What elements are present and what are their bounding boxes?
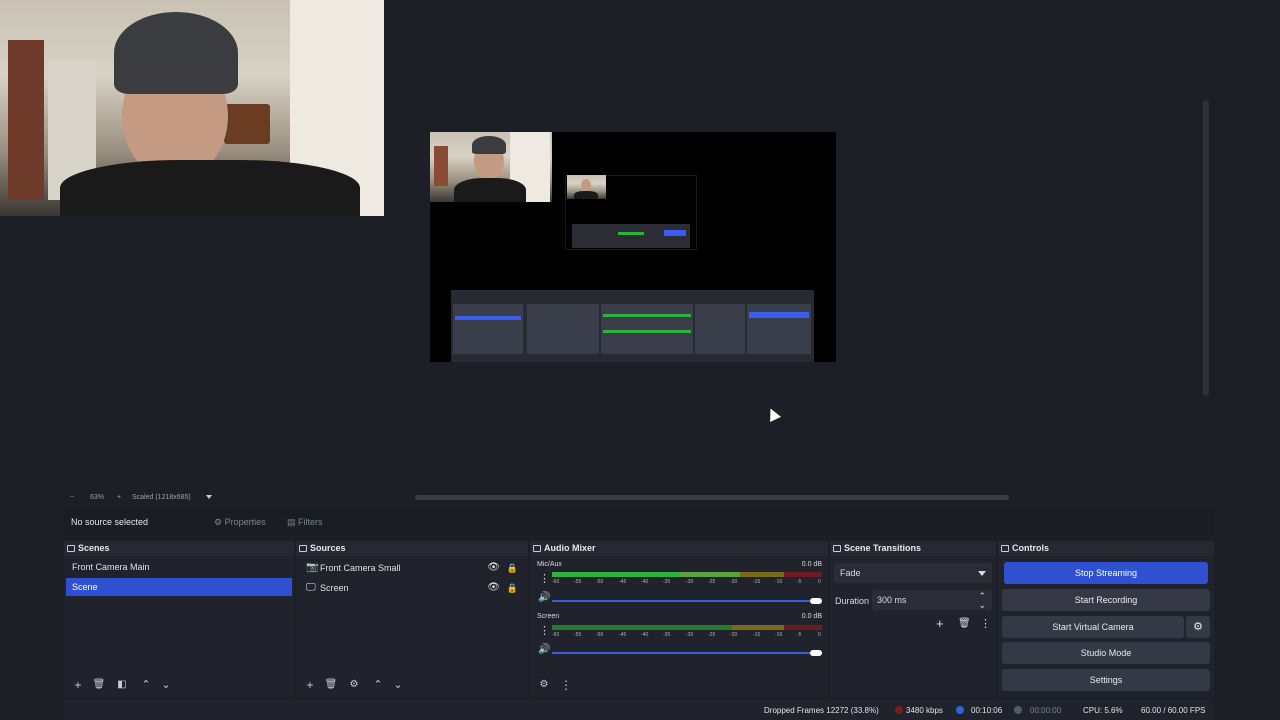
scene-transitions-dock: Scene Transitions Fade Duration 300 ms ⌃…: [830, 541, 996, 697]
speaker-icon[interactable]: 🔊: [538, 644, 550, 655]
audio-mixer-title: Audio Mixer: [530, 541, 828, 556]
dropped-frames: Dropped Frames 12272 (33.8%): [764, 706, 879, 715]
move-down-icon[interactable]: ⌄: [390, 677, 406, 693]
speaker-icon[interactable]: 🔊: [538, 592, 550, 603]
source-properties-icon[interactable]: ⚙: [346, 677, 362, 693]
scene-item-scene[interactable]: Scene: [66, 578, 292, 596]
scenes-title: Scenes: [64, 541, 294, 556]
add-scene-icon[interactable]: +: [70, 677, 86, 693]
lock-icon[interactable]: 🔒: [507, 579, 518, 597]
start-recording-button[interactable]: Start Recording: [1002, 589, 1210, 611]
nested-camera-thumb: [567, 175, 606, 199]
advanced-audio-icon[interactable]: ⚙: [536, 677, 552, 693]
nested-screen-thumb: [572, 224, 690, 248]
camera-icon: 📷: [306, 562, 319, 573]
preview-horizontal-scrollbar[interactable]: [415, 495, 1009, 500]
move-up-icon[interactable]: ⌃: [138, 677, 154, 693]
filters-button[interactable]: ▤ Filters: [287, 514, 323, 530]
move-down-icon[interactable]: ⌄: [158, 677, 174, 693]
screen-audio-label: Screen: [537, 613, 560, 620]
dock-icon: [833, 545, 841, 552]
monitor-icon: 🖵: [306, 582, 316, 593]
mic-aux-meter-mid: [680, 572, 740, 577]
screen-volume-slider[interactable]: [552, 652, 818, 654]
fps: 60.00 / 60.00 FPS: [1141, 706, 1206, 715]
scale-dropdown-icon[interactable]: [206, 495, 212, 499]
bitrate-indicator-icon: [895, 706, 903, 714]
duration-label: Duration: [835, 596, 870, 606]
scene-transitions-title: Scene Transitions: [830, 541, 996, 556]
zoom-in-button[interactable]: +: [117, 494, 121, 501]
remove-source-icon[interactable]: 🗑: [323, 677, 339, 693]
scenes-dock: Scenes Front Camera Main Scene + 🗑 ◧ ⌃ ⌄: [64, 541, 294, 697]
sources-title: Sources: [296, 541, 528, 556]
filter-icon: ▤: [287, 517, 299, 527]
stop-streaming-button[interactable]: Stop Streaming: [1004, 562, 1208, 584]
filter-scene-icon[interactable]: ◧: [114, 677, 130, 693]
remove-transition-icon[interactable]: 🗑: [958, 618, 971, 629]
zoom-level: 63%: [90, 494, 105, 501]
stepper-down-icon[interactable]: ⌄: [978, 595, 986, 615]
mic-aux-db: 0.0 dB: [801, 561, 822, 568]
stream-status-icon: [956, 706, 964, 714]
studio-mode-button[interactable]: Studio Mode: [1002, 642, 1210, 664]
controls-dock: Controls Stop Streaming Start Recording …: [998, 541, 1214, 697]
mic-aux-label: Mic/Aux: [537, 561, 562, 568]
preview-vertical-scrollbar[interactable]: [1203, 100, 1209, 396]
virtual-camera-settings-icon[interactable]: ⚙: [1186, 616, 1210, 638]
scaled-label: Scaled (1218x685): [132, 494, 191, 501]
dock-icon: [67, 545, 75, 552]
cpu-usage: CPU: 5.6%: [1083, 706, 1123, 715]
dock-icon: [1001, 545, 1009, 552]
record-time: 00:00:00: [1030, 706, 1062, 715]
zoom-out-button[interactable]: −: [70, 494, 74, 501]
eye-icon[interactable]: 👁: [487, 579, 500, 597]
status-bar: Dropped Frames 12272 (33.8%) 3480 kbps 0…: [64, 700, 1214, 720]
screen-meter-yellow: [732, 625, 784, 630]
no-source-label: No source selected: [71, 517, 149, 527]
screen-volume-knob[interactable]: [810, 650, 822, 656]
webcam-overlay: [0, 0, 384, 216]
gear-icon: ⚙: [214, 517, 225, 527]
transition-select[interactable]: Fade: [834, 563, 992, 583]
source-item-front-camera-small[interactable]: 📷 Front Camera Small 👁 🔒: [298, 559, 526, 577]
duration-input[interactable]: 300 ms ⌃ ⌄: [872, 590, 992, 610]
start-virtual-camera-button[interactable]: Start Virtual Camera: [1002, 616, 1184, 638]
stream-time: 00:10:06: [971, 706, 1003, 715]
controls-title: Controls: [998, 541, 1214, 556]
screen-meter-red: [784, 625, 822, 630]
screen-audio-menu-icon[interactable]: ⋮: [539, 624, 550, 637]
transition-menu-icon[interactable]: ⋮: [980, 617, 991, 630]
mic-aux-meter-green: [552, 572, 680, 577]
screen-meter-green: [552, 625, 732, 630]
mic-aux-volume-slider[interactable]: [552, 600, 818, 602]
dock-icon: [299, 545, 307, 552]
properties-button[interactable]: ⚙ Properties: [214, 514, 266, 530]
dock-icon: [533, 545, 541, 552]
mic-aux-meter-red: [784, 572, 822, 577]
nested-camera-preview: [430, 132, 552, 202]
chevron-down-icon: [978, 571, 986, 576]
properties-bar: No source selected ⚙ Properties ▤ Filter…: [64, 508, 1214, 536]
nested-obs-capture: [451, 290, 814, 362]
mic-aux-menu-icon[interactable]: ⋮: [539, 572, 550, 585]
bitrate: 3480 kbps: [906, 706, 943, 715]
record-status-icon: [1014, 706, 1022, 714]
sources-dock: Sources 📷 Front Camera Small 👁 🔒 🖵 Scree…: [296, 541, 528, 697]
remove-scene-icon[interactable]: 🗑: [91, 677, 107, 693]
move-up-icon[interactable]: ⌃: [370, 677, 386, 693]
lock-icon[interactable]: 🔒: [507, 559, 518, 577]
mic-aux-meter-yellow: [740, 572, 784, 577]
source-item-screen[interactable]: 🖵 Screen 👁 🔒: [298, 579, 526, 597]
add-transition-icon[interactable]: +: [936, 616, 944, 631]
audio-menu-icon[interactable]: ⋮: [558, 677, 574, 693]
screen-audio-db: 0.0 dB: [801, 613, 822, 620]
mic-aux-volume-knob[interactable]: [810, 598, 822, 604]
eye-icon[interactable]: 👁: [487, 559, 500, 577]
settings-button[interactable]: Settings: [1002, 669, 1210, 691]
scene-item-front-camera-main[interactable]: Front Camera Main: [66, 558, 292, 576]
add-source-icon[interactable]: +: [302, 677, 318, 693]
audio-mixer-dock: Audio Mixer Mic/Aux 0.0 dB ⋮ -60 -55 -50…: [530, 541, 828, 697]
